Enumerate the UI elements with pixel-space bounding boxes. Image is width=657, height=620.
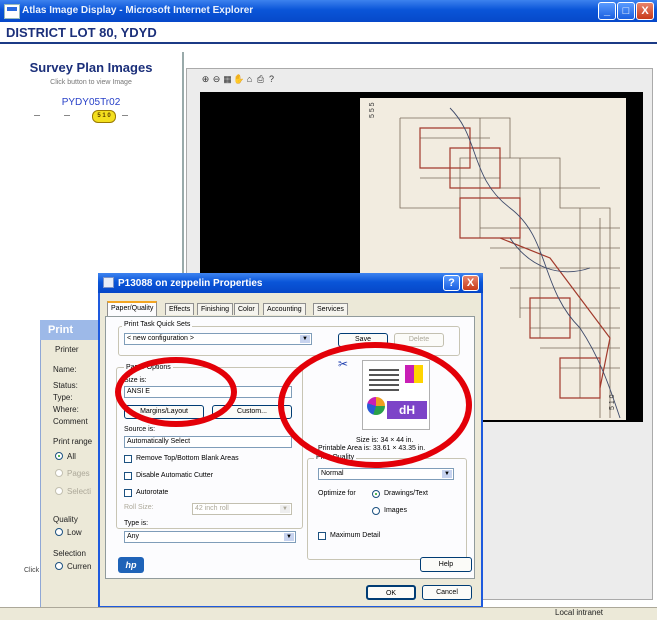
pages-label: Pages [67, 469, 90, 478]
ok-button[interactable]: OK [366, 585, 416, 600]
nav-dash [34, 115, 40, 116]
cancel-button[interactable]: Cancel [422, 585, 472, 600]
max-detail-checkbox[interactable] [318, 532, 326, 540]
svg-text:5 1 0: 5 1 0 [609, 394, 616, 410]
low-label: Low [67, 528, 82, 537]
close-button[interactable]: X [636, 2, 654, 20]
paper-type-select[interactable]: Any ▼ [124, 531, 296, 543]
roll-size-select[interactable]: 42 inch roll ▼ [192, 503, 292, 515]
optimize-for-label: Optimize for [318, 490, 356, 497]
chevron-down-icon: ▼ [280, 505, 290, 513]
minimize-button[interactable]: _ [598, 2, 616, 20]
all-radio[interactable] [55, 452, 63, 460]
images-label: Images [384, 507, 407, 514]
quick-sets-select[interactable]: < new configuration > ▼ [124, 333, 312, 345]
survey-plan-title: Survey Plan Images [29, 60, 153, 75]
plan-nav-row [34, 109, 144, 123]
tab-color[interactable]: Color [234, 303, 259, 315]
drawings-text-radio[interactable] [372, 490, 380, 498]
zone-status: Local intranet [555, 608, 604, 617]
type-is-label: Type is: [124, 520, 149, 527]
pages-radio[interactable] [55, 469, 63, 477]
help-button[interactable]: Help [420, 557, 472, 572]
images-radio[interactable] [372, 507, 380, 515]
disable-cutter-label: Disable Automatic Cutter [136, 472, 214, 479]
click-hint: Click [24, 567, 40, 574]
comment-label: Comment [53, 417, 88, 426]
selection-radio[interactable] [55, 487, 63, 495]
page-header: DISTRICT LOT 80, YDYD [0, 22, 657, 44]
tab-services[interactable]: Services [313, 303, 348, 315]
all-label: All [67, 452, 76, 461]
tab-effects[interactable]: Effects [165, 303, 195, 315]
fit-icon[interactable]: ▦ [222, 74, 233, 85]
tab-accounting[interactable]: Accounting [263, 303, 306, 315]
plan-code-link[interactable]: PYDY05Tr02 [0, 97, 182, 108]
pan-icon[interactable]: ✋ [233, 74, 244, 85]
browser-title: Atlas Image Display - Microsoft Internet… [22, 5, 254, 16]
drawings-text-label: Drawings/Text [384, 490, 428, 497]
zoom-out-icon[interactable]: ⊖ [211, 74, 222, 85]
tab-paper-quality[interactable]: Paper/Quality [107, 301, 158, 316]
disable-cutter-checkbox[interactable] [124, 472, 132, 480]
where-label: Where: [53, 405, 79, 414]
source-is-label: Source is: [124, 426, 156, 433]
name-label: Name: [53, 365, 77, 374]
maximize-button[interactable]: □ [617, 2, 635, 20]
properties-title-bar: P13088 on zeppelin Properties ? X [98, 273, 483, 293]
current-label: Curren [67, 562, 92, 571]
properties-title: P13088 on zeppelin Properties [118, 278, 263, 289]
remove-blank-checkbox[interactable] [124, 455, 132, 463]
quick-sets-label: Print Task Quick Sets [122, 321, 193, 328]
printer-group-label: Printer [55, 345, 79, 354]
paper-type-value: Any [127, 533, 140, 540]
dialog-close-button[interactable]: X [462, 275, 479, 291]
chevron-down-icon: ▼ [442, 470, 452, 478]
status-label: Status: [53, 381, 78, 390]
source-select[interactable]: Automatically Select [124, 436, 292, 448]
image-view-button[interactable]: 5 1 0 [92, 110, 116, 123]
roll-size-label: Roll Size: [124, 504, 154, 511]
annotation-ring-preview [278, 342, 472, 468]
nav-dash [122, 115, 128, 116]
dialog-help-button[interactable]: ? [443, 275, 460, 291]
zoom-in-icon[interactable]: ⊕ [200, 74, 211, 85]
page-title: DISTRICT LOT 80, YDYD [6, 25, 157, 40]
nav-dash [64, 115, 70, 116]
source-value: Automatically Select [127, 438, 191, 445]
viewer-toolbar: ⊕ ⊖ ▦✋ ⌂ ⎙? [200, 74, 310, 86]
roll-size-value: 42 inch roll [195, 505, 229, 512]
chevron-down-icon: ▼ [300, 335, 310, 343]
print-icon[interactable]: ⎙ [255, 74, 266, 85]
print-dialog-title: Print [48, 324, 74, 336]
type-label: Type: [53, 393, 73, 402]
quality-select[interactable]: Normal ▼ [318, 468, 454, 480]
help-icon[interactable]: ? [266, 74, 277, 84]
printer-icon [103, 277, 114, 288]
ie-app-icon [4, 4, 20, 19]
remove-blank-label: Remove Top/Bottom Blank Areas [136, 455, 239, 462]
annotation-ring-size [115, 357, 237, 427]
selection-group-label: Selection [53, 549, 86, 558]
survey-hint: Click button to view Image [50, 79, 132, 86]
home-icon[interactable]: ⌂ [244, 74, 255, 84]
tab-finishing[interactable]: Finishing [197, 303, 234, 315]
print-range-label: Print range [53, 437, 93, 446]
low-radio[interactable] [55, 528, 63, 536]
autorotate-checkbox[interactable] [124, 489, 132, 497]
current-radio[interactable] [55, 562, 63, 570]
hp-logo: hp [118, 557, 144, 573]
quality-label: Quality [53, 515, 78, 524]
selection-label: Selecti [67, 487, 92, 496]
quick-sets-value: < new configuration > [127, 335, 194, 342]
quality-value: Normal [321, 470, 344, 477]
autorotate-label: Autorotate [136, 489, 169, 496]
svg-text:5 5 5: 5 5 5 [369, 102, 376, 118]
chevron-down-icon: ▼ [284, 533, 294, 541]
max-detail-label: Maximum Detail [330, 532, 381, 539]
browser-title-bar: Atlas Image Display - Microsoft Internet… [0, 0, 657, 22]
